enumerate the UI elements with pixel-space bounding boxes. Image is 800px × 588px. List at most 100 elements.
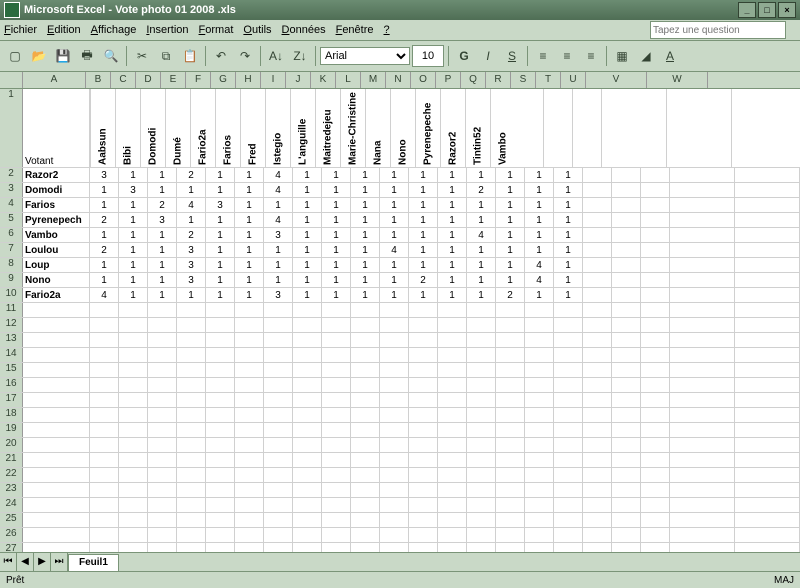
vote-cell[interactable]: 1 bbox=[90, 198, 119, 212]
row-header[interactable]: 9 bbox=[0, 273, 23, 287]
row-header[interactable]: 16 bbox=[0, 378, 23, 392]
copy-icon[interactable]: ⧉ bbox=[155, 45, 177, 67]
row-header[interactable]: 7 bbox=[0, 243, 23, 257]
candidate-header[interactable]: Tintin52 bbox=[465, 89, 490, 167]
vote-cell[interactable]: 1 bbox=[293, 183, 322, 197]
col-header[interactable]: D bbox=[136, 72, 161, 88]
vote-cell[interactable]: 1 bbox=[438, 183, 467, 197]
vote-cell[interactable]: 1 bbox=[264, 273, 293, 287]
vote-cell[interactable]: 1 bbox=[409, 198, 438, 212]
row-header[interactable]: 24 bbox=[0, 498, 23, 512]
vote-cell[interactable]: 1 bbox=[554, 183, 583, 197]
row-header[interactable]: 12 bbox=[0, 318, 23, 332]
vote-cell[interactable]: 1 bbox=[206, 168, 235, 182]
vote-cell[interactable]: 1 bbox=[409, 288, 438, 302]
col-header[interactable]: R bbox=[486, 72, 511, 88]
vote-cell[interactable]: 3 bbox=[119, 183, 148, 197]
vote-cell[interactable]: 1 bbox=[293, 288, 322, 302]
vote-cell[interactable]: 3 bbox=[90, 168, 119, 182]
vote-cell[interactable]: 1 bbox=[525, 168, 554, 182]
candidate-header[interactable]: Bibi bbox=[115, 89, 140, 167]
vote-cell[interactable]: 1 bbox=[496, 243, 525, 257]
vote-cell[interactable]: 1 bbox=[380, 198, 409, 212]
vote-cell[interactable]: 1 bbox=[322, 258, 351, 272]
vote-cell[interactable]: 3 bbox=[264, 288, 293, 302]
vote-cell[interactable]: 1 bbox=[554, 168, 583, 182]
vote-cell[interactable]: 1 bbox=[467, 258, 496, 272]
vote-cell[interactable]: 1 bbox=[119, 228, 148, 242]
vote-cell[interactable]: 1 bbox=[525, 288, 554, 302]
vote-cell[interactable]: 1 bbox=[525, 183, 554, 197]
row-header[interactable]: 6 bbox=[0, 228, 23, 242]
print-icon[interactable]: 🖶 bbox=[76, 45, 98, 67]
row-header[interactable]: 2 bbox=[0, 168, 23, 182]
col-header[interactable]: Q bbox=[461, 72, 486, 88]
row-header[interactable]: 8 bbox=[0, 258, 23, 272]
vote-cell[interactable]: 1 bbox=[322, 198, 351, 212]
vote-cell[interactable]: 1 bbox=[235, 258, 264, 272]
vote-cell[interactable]: 1 bbox=[554, 288, 583, 302]
vote-cell[interactable]: 1 bbox=[351, 213, 380, 227]
vote-cell[interactable]: 1 bbox=[264, 243, 293, 257]
vote-cell[interactable]: 1 bbox=[438, 228, 467, 242]
vote-cell[interactable]: 1 bbox=[351, 228, 380, 242]
vote-cell[interactable]: 1 bbox=[119, 213, 148, 227]
vote-cell[interactable]: 4 bbox=[177, 198, 206, 212]
menu-edition[interactable]: Edition bbox=[47, 24, 81, 36]
candidate-header[interactable]: Farios bbox=[215, 89, 240, 167]
align-center-icon[interactable]: ≡ bbox=[556, 45, 578, 67]
vote-cell[interactable]: 1 bbox=[380, 183, 409, 197]
vote-cell[interactable]: 1 bbox=[235, 168, 264, 182]
vote-cell[interactable]: 2 bbox=[148, 198, 177, 212]
new-icon[interactable]: ▢ bbox=[4, 45, 26, 67]
row-header[interactable]: 18 bbox=[0, 408, 23, 422]
menu-outils[interactable]: Outils bbox=[243, 24, 271, 36]
bold-icon[interactable]: G bbox=[453, 45, 475, 67]
vote-cell[interactable]: 1 bbox=[148, 183, 177, 197]
vote-cell[interactable]: 1 bbox=[206, 213, 235, 227]
vote-cell[interactable]: 1 bbox=[322, 288, 351, 302]
candidate-header[interactable]: Razor2 bbox=[440, 89, 465, 167]
vote-cell[interactable]: 1 bbox=[119, 243, 148, 257]
row-header[interactable]: 1 bbox=[0, 89, 23, 167]
col-header[interactable]: H bbox=[236, 72, 261, 88]
sort-desc-icon[interactable]: Z↓ bbox=[289, 45, 311, 67]
vote-cell[interactable]: 1 bbox=[351, 258, 380, 272]
open-icon[interactable]: 📂 bbox=[28, 45, 50, 67]
vote-cell[interactable]: 1 bbox=[293, 243, 322, 257]
tab-prev-icon[interactable]: ◀ bbox=[17, 553, 34, 571]
col-header[interactable]: E bbox=[161, 72, 186, 88]
vote-cell[interactable]: 1 bbox=[351, 168, 380, 182]
font-select[interactable]: Arial bbox=[320, 47, 410, 65]
vote-cell[interactable]: 1 bbox=[235, 273, 264, 287]
vote-cell[interactable]: 1 bbox=[380, 273, 409, 287]
voter-name[interactable]: Farios bbox=[23, 198, 90, 212]
maximize-button[interactable]: □ bbox=[758, 2, 776, 18]
font-color-icon[interactable]: A bbox=[659, 45, 681, 67]
vote-cell[interactable]: 1 bbox=[409, 183, 438, 197]
col-header[interactable]: M bbox=[361, 72, 386, 88]
candidate-header[interactable]: Fario2a bbox=[190, 89, 215, 167]
vote-cell[interactable]: 1 bbox=[206, 288, 235, 302]
vote-cell[interactable]: 3 bbox=[148, 213, 177, 227]
vote-cell[interactable]: 1 bbox=[496, 213, 525, 227]
ask-question-box[interactable] bbox=[650, 21, 786, 39]
row-header[interactable]: 21 bbox=[0, 453, 23, 467]
vote-cell[interactable]: 3 bbox=[206, 198, 235, 212]
candidate-header[interactable]: Pyrenepeche bbox=[415, 89, 440, 167]
voter-name[interactable]: Domodi bbox=[23, 183, 90, 197]
col-header[interactable]: A bbox=[23, 72, 86, 88]
vote-cell[interactable]: 1 bbox=[380, 288, 409, 302]
vote-cell[interactable]: 1 bbox=[351, 198, 380, 212]
vote-cell[interactable]: 1 bbox=[380, 228, 409, 242]
vote-cell[interactable]: 1 bbox=[438, 288, 467, 302]
vote-cell[interactable]: 1 bbox=[206, 258, 235, 272]
candidate-header[interactable]: Nana bbox=[365, 89, 390, 167]
menu-?[interactable]: ? bbox=[384, 24, 390, 36]
vote-cell[interactable]: 1 bbox=[119, 258, 148, 272]
row-header[interactable]: 23 bbox=[0, 483, 23, 497]
underline-icon[interactable]: S bbox=[501, 45, 523, 67]
vote-cell[interactable]: 1 bbox=[119, 168, 148, 182]
vote-cell[interactable]: 1 bbox=[380, 258, 409, 272]
vote-cell[interactable]: 3 bbox=[177, 273, 206, 287]
